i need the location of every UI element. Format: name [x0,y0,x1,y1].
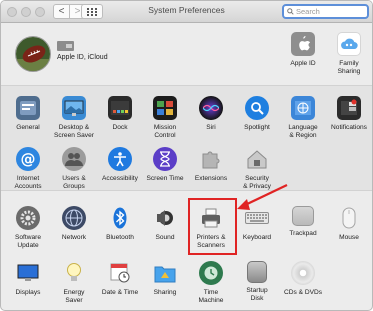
general-icon [16,96,40,120]
pane-label: Dock [112,124,128,131]
light-bulb-icon [62,261,86,285]
users-icon [62,147,86,171]
pane-label: Trackpad [289,230,317,237]
trackpad-icon [292,206,314,226]
pane-cds-dvds[interactable]: CDs & DVDs [277,261,329,297]
dock-icon [108,96,132,120]
pane-screen-time[interactable]: Screen Time [139,147,191,183]
pane-label: Bluetooth [106,234,134,241]
pane-users-groups[interactable]: Users & Groups [48,147,100,191]
pane-label: Family Sharing [337,60,361,75]
accessibility-icon [108,147,132,171]
startup-disk-icon [247,261,267,283]
pane-label: Displays [15,289,41,296]
show-all-grid-button[interactable] [81,4,103,19]
annotation-arrow-icon [237,184,288,210]
pane-label: Keyboard [242,234,272,241]
search-input[interactable] [294,7,360,16]
mouse-icon [337,206,361,230]
pane-notifications[interactable]: Notifications [323,96,372,132]
pane-label: Date & Time [101,289,139,296]
disc-icon [291,261,315,285]
minimize-window-button[interactable] [21,7,31,17]
pane-label: Startup Disk [246,287,268,302]
close-window-button[interactable] [7,7,17,17]
pane-label: Energy Saver [63,289,85,304]
pane-label: Users & Groups [62,175,86,190]
at-sign-icon: @ [16,147,40,171]
pane-label: Siri [206,124,216,131]
user-avatar[interactable] [15,36,51,72]
pane-spotlight[interactable]: Spotlight [231,96,283,132]
pane-label: Mouse [339,234,359,241]
pane-general[interactable]: General [2,96,54,132]
pane-language-region[interactable]: Language & Region [277,96,329,140]
pane-label: Mission Control [153,124,177,139]
pane-sharing[interactable]: Sharing [139,261,191,297]
system-preferences-window: < > System Preferences Search Apple ID, … [0,0,373,311]
siri-icon [199,96,223,120]
pane-label: Apple ID [290,60,316,67]
hourglass-icon [153,147,177,171]
pane-apple-id[interactable]: Apple ID [277,32,329,68]
globe-icon [62,206,86,230]
title-bar: < > System Preferences [1,1,372,23]
mission-control-icon [153,96,177,120]
display-icon [16,261,40,285]
pane-software-update[interactable]: Software Update [2,206,54,250]
pane-label: Notifications [331,124,367,131]
gear-icon [16,206,40,230]
pane-label: Time Machine [198,289,224,304]
family-cloud-icon [337,32,361,56]
pane-mouse[interactable]: Mouse [323,206,372,242]
puzzle-piece-icon [199,147,223,171]
pane-label: Extensions [194,175,228,182]
search-icon [287,8,294,15]
back-button[interactable]: < [53,4,70,19]
pane-label: Accessibility [102,175,138,182]
pane-label: Network [61,234,87,241]
sharing-folder-icon [153,261,177,285]
zoom-window-button[interactable] [35,7,45,17]
pane-desktop-screen-saver[interactable]: Desktop & Screen Saver [48,96,100,140]
pane-label: Internet Accounts [14,175,42,190]
pane-time-machine[interactable]: Time Machine [185,261,237,305]
desktop-icon [62,96,86,120]
annotation-highlight-box [188,198,237,255]
pane-label: Sharing [153,289,177,296]
language-flag-icon [291,96,315,120]
pane-label: General [16,124,40,131]
pane-family-sharing[interactable]: Family Sharing [323,32,372,76]
pane-label: CDs & DVDs [283,289,323,296]
calendar-clock-icon [108,261,132,285]
house-lock-icon [245,147,269,171]
speaker-icon [153,206,177,230]
pane-network[interactable]: Network [48,206,100,242]
pane-energy-saver[interactable]: Energy Saver [48,261,100,305]
apple-id-label: Apple ID, iCloud [57,54,108,61]
pane-sound[interactable]: Sound [139,206,191,242]
pane-mission-control[interactable]: Mission Control [139,96,191,140]
pane-label: Sound [155,234,175,241]
pane-label: Desktop & Screen Saver [54,124,94,139]
pane-label: Screen Time [146,175,184,182]
account-header: Apple ID, iCloud Apple ID Family Sharing [1,24,372,85]
pane-extensions[interactable]: Extensions [185,147,237,183]
bluetooth-icon [108,206,132,230]
apple-card-icon [57,41,74,51]
pane-displays[interactable]: Displays [2,261,54,297]
pane-internet-accounts[interactable]: @ Internet Accounts [2,147,54,191]
pane-label: Language & Region [288,124,318,139]
pane-siri[interactable]: Siri [185,96,237,132]
spotlight-magnifier-icon [245,96,269,120]
apple-logo-icon [291,32,315,56]
search-field[interactable] [282,4,369,19]
notifications-icon [337,96,361,120]
pane-label: Spotlight [244,124,270,131]
time-machine-clock-icon [199,261,223,285]
pane-label: Software Update [14,234,42,249]
pane-startup-disk[interactable]: Startup Disk [231,261,283,303]
